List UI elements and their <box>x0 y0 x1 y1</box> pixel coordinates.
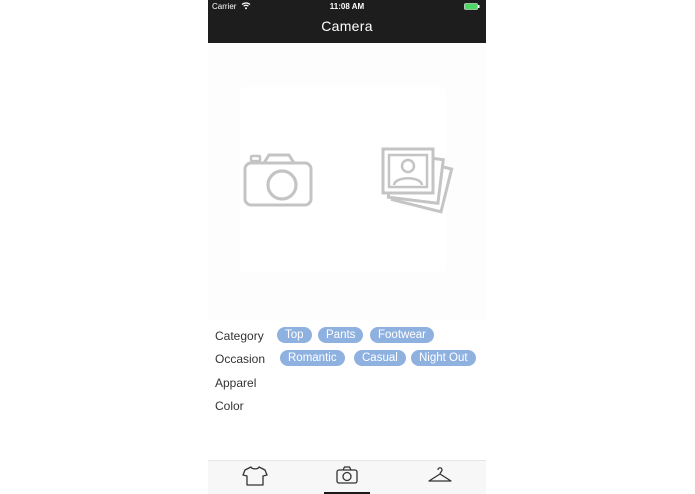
camera-icon <box>243 153 313 207</box>
tag-top[interactable]: Top <box>277 327 312 343</box>
take-photo-button[interactable] <box>242 150 314 210</box>
tshirt-icon <box>242 466 268 486</box>
occasion-row: Occasion Romantic Casual Night Out <box>215 350 486 368</box>
color-row[interactable]: Color <box>215 397 486 415</box>
navigation-header: Carrier 11:08 AM Camera <box>208 0 486 43</box>
status-bar: Carrier 11:08 AM <box>208 0 486 14</box>
apparel-label: Apparel <box>215 376 257 390</box>
occasion-label: Occasion <box>215 352 266 366</box>
choose-from-gallery-button[interactable] <box>380 145 454 217</box>
color-label: Color <box>215 399 244 413</box>
tab-bar <box>208 460 486 494</box>
tag-pants[interactable]: Pants <box>318 327 364 343</box>
category-label: Category <box>215 329 264 343</box>
tag-footwear[interactable]: Footwear <box>370 327 434 343</box>
tag-romantic[interactable]: Romantic <box>280 350 345 366</box>
tag-casual[interactable]: Casual <box>354 350 406 366</box>
tab-camera[interactable] <box>327 465 367 491</box>
tab-wardrobe[interactable] <box>235 465 275 491</box>
hanger-icon <box>428 467 452 482</box>
page-title: Camera <box>321 18 373 34</box>
tab-closet[interactable] <box>420 465 460 491</box>
clock-label: 11:08 AM <box>329 2 365 11</box>
battery-icon <box>464 3 480 10</box>
category-row: Category Top Pants Footwear <box>215 327 486 345</box>
app-screen: Carrier 11:08 AM Camera Category Top Pan… <box>208 0 486 494</box>
camera-icon <box>336 466 358 484</box>
tag-night-out[interactable]: Night Out <box>411 350 476 366</box>
apparel-row[interactable]: Apparel <box>215 374 486 392</box>
photo-picker-area <box>208 43 486 320</box>
photo-gallery-icon <box>381 147 454 214</box>
